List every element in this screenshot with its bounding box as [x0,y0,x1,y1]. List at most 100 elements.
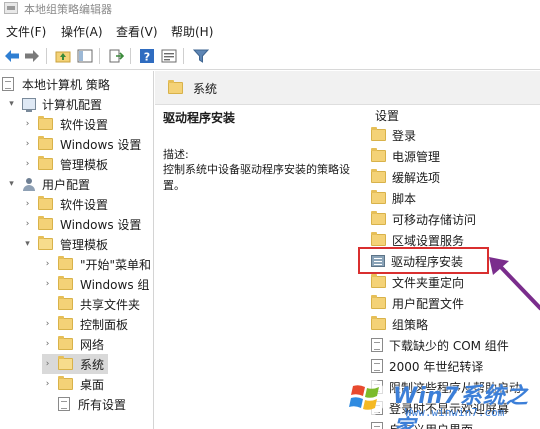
list-item[interactable]: 下载缺少的 COM 组件 [371,335,509,355]
tree-item[interactable]: › Windows 设置 [22,214,141,234]
chevron-down-icon[interactable]: ▾ [6,179,17,189]
pointer-arrow-icon [489,257,540,311]
breadcrumb-text: 系统 [193,82,218,96]
folder-icon [371,190,386,204]
tree-pane: 本地计算机 策略 ▾ 计算机配置 › 软件设置 › Windows 设置 › 管理模板 ▾ 用户配置… [0,71,154,429]
tree-item-label: 共享文件夹 [80,297,141,312]
toolbar-separator [130,48,131,64]
user-icon [22,177,36,191]
windows-logo-icon [346,377,386,417]
breadcrumb: 系统 [155,71,540,105]
column-header-settings[interactable]: 设置 [375,107,399,124]
tree-item-label: 管理模板 [60,157,109,172]
back-arrow-icon[interactable] [3,47,21,65]
list-item[interactable]: 脚本 [371,188,416,208]
chevron-down-icon[interactable]: ▾ [22,239,33,249]
chevron-right-icon[interactable]: › [42,319,53,329]
menu-help[interactable]: 帮助(H) [171,23,213,40]
list-item-label: 登录 [392,128,417,143]
list-item[interactable]: 组策略 [371,314,428,334]
properties-icon[interactable] [160,47,178,65]
tree-item[interactable]: ▾ 用户配置 [6,174,90,194]
list-item-label: 电源管理 [392,149,441,164]
export-list-icon[interactable] [107,47,125,65]
list-item[interactable]: 可移动存储访问 [371,209,476,229]
chevron-right-icon[interactable]: › [42,379,53,389]
list-item[interactable]: 用户配置文件 [371,293,464,313]
list-item[interactable]: 文件夹重定向 [371,272,464,292]
folder-icon [38,136,53,150]
folder-icon [371,148,386,162]
tree-item[interactable]: › 网络 [42,334,104,354]
tree-item[interactable]: › 管理模板 [22,154,108,174]
tree-item[interactable]: › 桌面 [42,374,104,394]
chevron-down-icon[interactable]: ▾ [6,99,17,109]
filter-icon[interactable] [192,47,210,65]
detail-text: 控制系统中设备驱动程序安装的策略设置。 [163,163,350,192]
watermark-text: Win7系统之家 [393,384,529,429]
chevron-right-icon[interactable]: › [22,159,33,169]
tree-item-label: 网络 [80,337,105,352]
list-item-label: 下载缺少的 COM 组件 [389,338,509,353]
tree-item[interactable]: 共享文件夹 [42,294,140,314]
folder-icon [371,169,386,183]
show-hide-tree-icon[interactable] [76,47,94,65]
tree-item[interactable]: › 系统 [42,354,109,374]
chevron-right-icon[interactable]: › [22,219,33,229]
folder-icon [371,316,386,330]
folder-icon [38,116,53,130]
menu-bar: 文件(F) 操作(A) 查看(V) 帮助(H) [0,20,540,42]
detail-title: 驱动程序安装 [163,111,236,125]
folder-icon [371,211,386,225]
list-item-label: 区域设置服务 [392,233,465,248]
chevron-right-icon[interactable]: › [42,279,53,289]
tree-item[interactable]: › 软件设置 [22,114,108,134]
tree-item-label: 所有设置 [78,397,127,412]
toolbar-separator [46,48,47,64]
tree-item[interactable]: › 控制面板 [42,314,128,334]
tree-item-label: 管理模板 [60,237,109,252]
app-icon [4,2,18,14]
svg-text:?: ? [144,51,150,64]
chevron-right-icon[interactable]: › [42,259,53,269]
tree-item[interactable]: › Windows 设置 [22,134,141,154]
list-item[interactable]: 缓解选项 [371,167,440,187]
tree-item[interactable]: 所有设置 [42,394,126,414]
chevron-right-icon[interactable]: › [42,339,53,349]
details-pane: 系统 驱动程序安装 描述: 控制系统中设备驱动程序安装的策略设置。 设置 登录电… [155,71,540,429]
chevron-right-icon[interactable]: › [42,359,53,369]
menu-file[interactable]: 文件(F) [6,23,46,40]
computer-icon [22,98,36,112]
tree-item-label: "开始"菜单和 [80,257,152,272]
folder-icon [371,274,386,288]
tree-item-label: 桌面 [80,377,105,392]
folder-icon [371,127,386,141]
chevron-right-icon[interactable]: › [22,139,33,149]
tree-item[interactable]: ▾ 计算机配置 [6,94,102,114]
menu-action[interactable]: 操作(A) [61,23,103,40]
toolbar: ? [0,43,540,70]
window-title: 本地组策略编辑器 [24,3,112,16]
tree-item-label: Windows 设置 [60,137,142,152]
list-item[interactable]: 登录 [371,125,416,145]
help-icon[interactable]: ? [138,47,156,65]
folder-icon [58,276,73,290]
list-item[interactable]: 电源管理 [371,146,440,166]
tree-item[interactable]: › 软件设置 [22,194,108,214]
menu-view[interactable]: 查看(V) [116,23,158,40]
policy-document-icon [2,77,14,91]
folder-open-icon [38,236,53,250]
tree-item[interactable]: › Windows 组 [42,274,149,294]
tree-item[interactable]: ▾ 管理模板 [22,234,108,254]
chevron-right-icon[interactable]: › [22,119,33,129]
up-folder-icon[interactable] [54,47,72,65]
tree-item[interactable]: › "开始"菜单和 [42,254,151,274]
folder-icon [168,80,183,94]
title-bar: 本地组策略编辑器 [0,0,540,18]
folder-icon [38,216,53,230]
folder-icon [58,296,73,310]
chevron-right-icon[interactable]: › [22,199,33,209]
toolbar-separator [99,48,100,64]
forward-arrow-icon[interactable] [23,47,41,65]
tree-item[interactable]: 本地计算机 策略 [2,74,110,94]
